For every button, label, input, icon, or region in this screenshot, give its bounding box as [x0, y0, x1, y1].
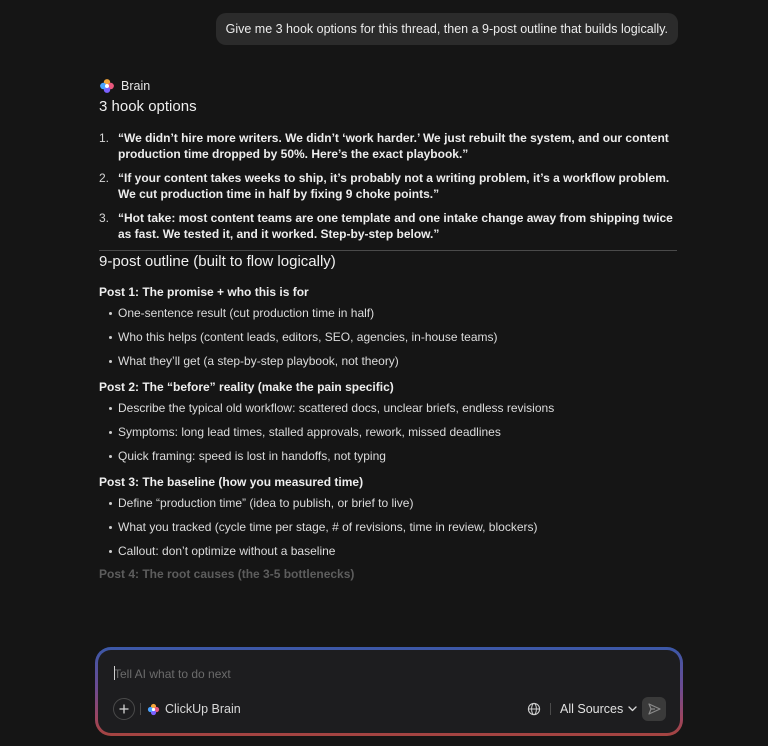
chevron-down-icon	[628, 706, 637, 712]
bullet-item: Symptoms: long lead times, stalled appro…	[99, 424, 679, 440]
post-section: Post 2: The “before” reality (make the p…	[99, 378, 679, 464]
assistant-name: Brain	[121, 79, 151, 93]
post-title: Post 3: The baseline (how you measured t…	[99, 475, 364, 489]
bullet-item: Describe the typical old workflow: scatt…	[99, 400, 679, 416]
sources-dropdown[interactable]: All Sources	[560, 699, 637, 719]
bullet-item: What you tracked (cycle time per stage, …	[99, 519, 679, 535]
bullet-item: Quick framing: speed is lost in handoffs…	[99, 448, 679, 464]
partial-post-title: Post 4: The root causes (the 3-5 bottlen…	[99, 567, 355, 581]
post-section: Post 1: The promise + who this is for On…	[99, 283, 679, 369]
chat-window: Give me 3 hook options for this thread, …	[0, 0, 768, 746]
model-selector[interactable]: ClickUp Brain	[147, 699, 241, 719]
bullet-item: Callout: don’t optimize without a baseli…	[99, 543, 679, 559]
hook-item: 1. “We didn’t hire more writers. We didn…	[99, 130, 679, 162]
post-title: Post 2: The “before” reality (make the p…	[99, 380, 394, 394]
hook-number: 2.	[99, 171, 110, 185]
bullet-item: Who this helps (content leads, editors, …	[99, 329, 679, 345]
hook-text: “We didn’t hire more writers. We didn’t …	[118, 131, 669, 161]
hook-item: 3. “Hot take: most content teams are one…	[99, 210, 679, 242]
assistant-response: Brain 3 hook options 1. “We didn’t hire …	[99, 76, 679, 581]
toolbar-divider	[140, 703, 141, 715]
brain-logo-icon	[100, 79, 114, 93]
send-button[interactable]	[642, 697, 666, 721]
brain-logo-icon	[147, 703, 160, 715]
hook-text: “Hot take: most content teams are one te…	[118, 211, 673, 241]
sources-label: All Sources	[560, 702, 624, 716]
bullet-item: Define “production time” (idea to publis…	[99, 495, 679, 511]
composer-gradient-border: ClickUp Brain All Sources	[95, 647, 683, 736]
user-message-bubble: Give me 3 hook options for this thread, …	[215, 13, 678, 45]
post-bullets: Describe the typical old workflow: scatt…	[99, 400, 679, 464]
hook-number: 1.	[99, 131, 110, 145]
post-bullets: One-sentence result (cut production time…	[99, 305, 679, 369]
add-attachment-button[interactable]	[113, 698, 135, 720]
assistant-header: Brain	[99, 76, 679, 96]
toolbar-divider	[550, 703, 551, 715]
bullet-item: What they’ll get (a step-by-step playboo…	[99, 353, 679, 369]
bullet-item: One-sentence result (cut production time…	[99, 305, 679, 321]
post-section: Post 3: The baseline (how you measured t…	[99, 473, 679, 559]
composer: ClickUp Brain All Sources	[98, 650, 680, 733]
model-label: ClickUp Brain	[165, 702, 241, 716]
hook-number: 3.	[99, 211, 110, 225]
outline-heading: 9-post outline (built to flow logically)	[99, 253, 336, 270]
hooks-list: 1. “We didn’t hire more writers. We didn…	[99, 130, 679, 242]
post-bullets: Define “production time” (idea to publis…	[99, 495, 679, 559]
prompt-input[interactable]	[112, 664, 656, 684]
hooks-heading: 3 hook options	[99, 98, 197, 115]
post-title: Post 1: The promise + who this is for	[99, 285, 309, 299]
text-caret	[114, 666, 115, 680]
hook-item: 2. “If your content takes weeks to ship,…	[99, 170, 679, 202]
globe-icon[interactable]	[527, 702, 541, 716]
hook-text: “If your content takes weeks to ship, it…	[118, 171, 670, 201]
plus-icon	[119, 704, 129, 714]
send-arrow-icon	[647, 703, 661, 715]
